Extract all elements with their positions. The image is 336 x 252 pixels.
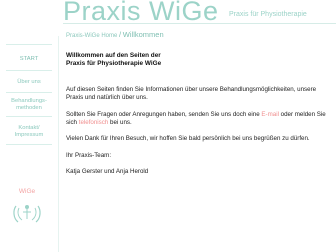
nav-divider — [6, 144, 52, 145]
sidebar-divider — [58, 36, 59, 252]
sidebar-item-label: Kontakt/ — [18, 125, 40, 131]
sidebar-item-behandlungsmethoden[interactable]: Behandlungs- methoden — [6, 98, 52, 112]
breadcrumb-separator: / — [119, 30, 122, 39]
nav-divider — [6, 116, 52, 117]
breadcrumb: Praxis-WiGe Home / Willkommen — [66, 30, 164, 39]
welcome-heading-line1: Willkommen auf den Seiten der — [66, 52, 161, 59]
sidebar-item-kontakt[interactable]: Kontakt/ Impressum — [6, 125, 52, 139]
sidebar-item-label-line2: methoden — [16, 105, 42, 111]
sidebar-item-label: Über uns — [17, 79, 41, 85]
welcome-heading-line2: Praxis für Physiotherapie WiGe — [66, 60, 162, 68]
breadcrumb-home-link[interactable]: Praxis-WiGe Home — [66, 33, 117, 39]
contact-text-1: Sollten Sie Fragen oder Anregungen haben… — [66, 110, 262, 118]
sidebar-item-label-line2: Impressum — [14, 132, 44, 138]
phone-link[interactable]: telefonisch — [79, 119, 109, 126]
contact-paragraph: Sollten Sie Fragen oder Anregungen haben… — [66, 111, 332, 128]
sidebar-item-ueber-uns[interactable]: Über uns — [6, 79, 52, 86]
sidebar-item-start[interactable]: START — [6, 56, 52, 63]
sidebar-item-label: START — [19, 56, 39, 62]
sidebar: START Über uns Behandlungs- methoden Kon… — [0, 36, 57, 252]
team-names: Katja Gerster und Anja Herold — [66, 168, 149, 176]
header-divider — [63, 23, 336, 24]
thanks-paragraph: Vielen Dank für Ihren Besuch, wir hoffen… — [66, 135, 310, 143]
main-content: Willkommen auf den Seiten der Praxis für… — [66, 52, 332, 177]
email-link[interactable]: E-mail — [261, 111, 279, 118]
intro-paragraph: Auf diesen Seiten finden Sie Information… — [66, 85, 317, 102]
team-label: Ihr Praxis-Team: — [66, 151, 112, 159]
nav-divider — [6, 92, 52, 93]
contact-text-3: bei uns. — [108, 119, 132, 127]
breadcrumb-current: Willkommen — [122, 30, 164, 39]
site-subtitle: Praxis für Physiotherapie — [229, 11, 307, 18]
sidebar-item-label: Behandlungs- — [11, 98, 47, 104]
nav-divider — [6, 70, 52, 71]
nav-divider — [6, 44, 52, 45]
praxis-logo-icon — [13, 205, 41, 223]
